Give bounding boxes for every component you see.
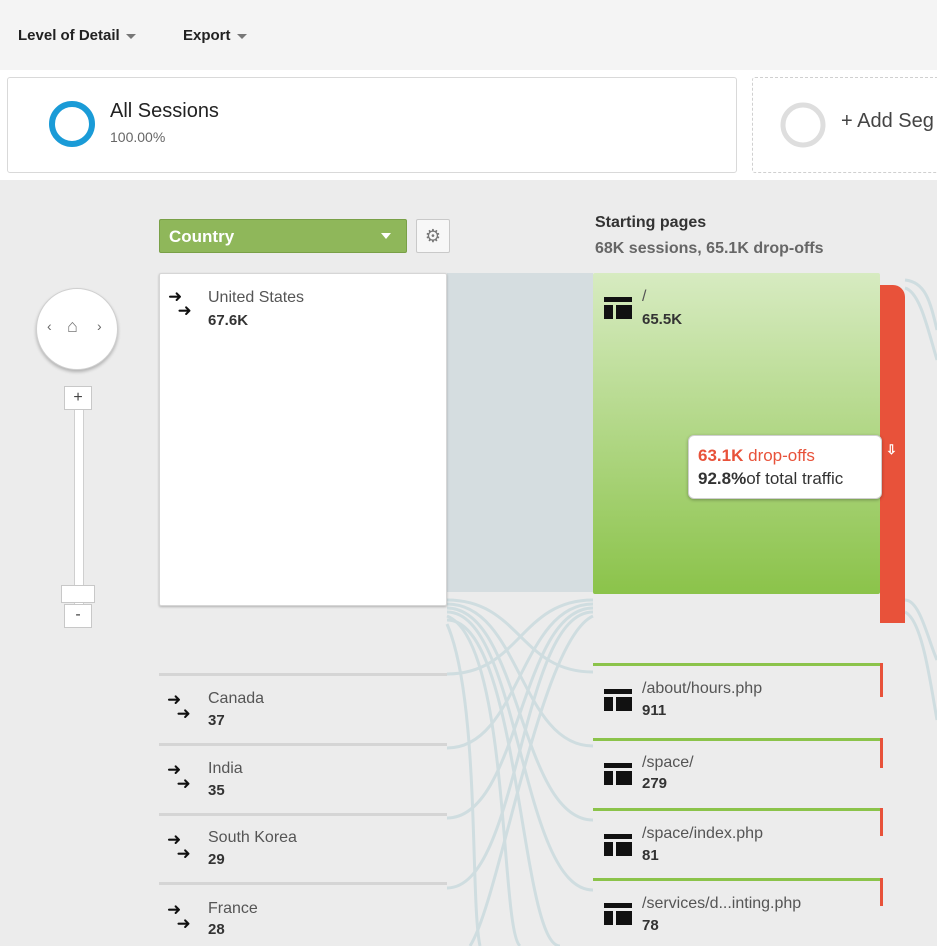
dropoffs-value: 63.1K (698, 446, 744, 465)
page-name: /space/ (642, 754, 694, 771)
country-value: 67.6K (208, 312, 249, 329)
page-value: 911 (642, 702, 667, 719)
country-value: 28 (208, 921, 225, 938)
country-node-france[interactable] (159, 882, 447, 885)
segment-all-sessions[interactable]: All Sessions 100.00% (7, 77, 737, 173)
arrow-right-icon: ➜ ➜ (168, 287, 192, 320)
country-value: 35 (208, 782, 225, 799)
zoom-slider-track[interactable] (74, 404, 84, 606)
zoom-slider-handle[interactable] (61, 585, 95, 603)
country-node-south-korea[interactable] (159, 813, 447, 816)
page-icon (604, 297, 632, 319)
dropoffs-label: drop-offs (748, 446, 815, 465)
country-value: 29 (208, 851, 225, 868)
add-segment-button[interactable]: + Add Seg (752, 77, 937, 173)
country-name: France (208, 900, 258, 917)
page-icon (604, 689, 632, 711)
page-name: /about/hours.php (642, 680, 763, 697)
dropoff-bar[interactable] (880, 663, 883, 697)
page-value: 279 (642, 775, 668, 792)
country-node-united-states[interactable]: ➜ ➜ United States 67.6K (159, 273, 447, 606)
arrow-down-icon: ⇩ (886, 442, 897, 457)
page-value: 81 (642, 847, 659, 864)
pan-control[interactable]: ‹ ⌂ › (36, 288, 118, 370)
dropoff-bar[interactable] (880, 808, 883, 836)
tooltip-percent: 92.8%of total traffic (698, 469, 843, 489)
report-toolbar (0, 0, 937, 71)
page-node-root[interactable]: / 65.5K (593, 273, 880, 594)
export-label: Export (183, 27, 231, 44)
export-menu[interactable]: Export (183, 27, 247, 44)
pan-left-icon[interactable]: ‹ (47, 318, 52, 334)
country-name: India (208, 760, 243, 777)
level-of-detail-label: Level of Detail (18, 27, 120, 44)
country-node-india[interactable] (159, 743, 447, 746)
country-name: Canada (208, 690, 265, 707)
arrow-right-icon: ➜ ➜ (167, 690, 191, 723)
empty-segment-ring-icon (780, 102, 826, 148)
country-value: 37 (208, 712, 225, 729)
add-segment-label: + Add Seg (841, 110, 934, 132)
starting-pages-summary: 68K sessions, 65.1K drop-offs (595, 240, 824, 257)
arrow-right-icon: ➜ ➜ (167, 760, 191, 793)
percent-label: of total traffic (746, 469, 844, 488)
dimension-dropdown[interactable]: Country (159, 219, 407, 253)
home-icon[interactable]: ⌂ (67, 316, 78, 337)
zoom-out-button[interactable]: - (64, 604, 92, 628)
page-name: /space/index.php (642, 825, 763, 842)
country-node-canada[interactable] (159, 673, 447, 676)
zoom-in-button[interactable]: + (64, 386, 92, 410)
page-name: /services/d...inting.php (642, 895, 802, 912)
segment-percent: 100.00% (110, 129, 166, 145)
tooltip-dropoffs: 63.1K drop-offs (698, 446, 815, 466)
gear-icon[interactable]: ⚙ (416, 219, 450, 253)
segment-ring-icon (49, 101, 95, 147)
page-name: / (642, 288, 647, 305)
chevron-down-icon (125, 33, 136, 39)
percent-value: 92.8% (698, 469, 747, 488)
page-icon (604, 763, 632, 785)
page-icon (604, 903, 632, 925)
dimension-label: Country (169, 227, 235, 246)
country-name: South Korea (208, 829, 297, 846)
chevron-down-icon (236, 33, 247, 39)
level-of-detail-menu[interactable]: Level of Detail (18, 27, 136, 44)
page-node-space-index[interactable] (593, 808, 880, 811)
arrow-right-icon: ➜ ➜ (167, 900, 191, 933)
pan-right-icon[interactable]: › (97, 318, 102, 334)
chevron-down-icon (381, 233, 391, 239)
page-node-space[interactable] (593, 738, 880, 741)
starting-pages-title: Starting pages (595, 214, 707, 231)
dropoff-tooltip: 63.1K drop-offs 92.8%of total traffic (688, 435, 882, 499)
page-node-services[interactable] (593, 878, 880, 881)
page-value: 78 (642, 917, 659, 934)
page-node-about-hours[interactable] (593, 663, 880, 666)
segment-name: All Sessions (110, 100, 219, 122)
country-name: United States (208, 289, 305, 306)
arrow-right-icon: ➜ ➜ (167, 830, 191, 863)
page-value: 65.5K (642, 311, 683, 328)
page-icon (604, 834, 632, 856)
dropoff-bar[interactable] (880, 738, 883, 768)
dropoff-bar[interactable] (880, 878, 883, 906)
